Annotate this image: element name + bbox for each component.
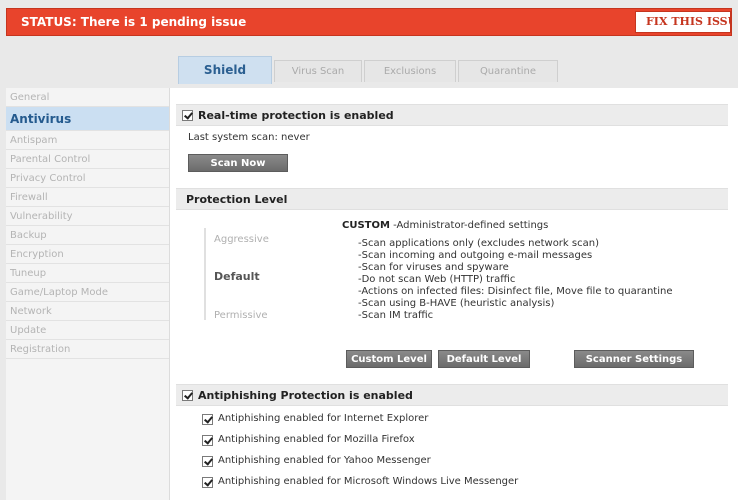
- level-permissive[interactable]: Permissive: [214, 310, 268, 321]
- live-messenger-label: Antiphishing enabled for Microsoft Windo…: [218, 476, 519, 487]
- firefox-label: Antiphishing enabled for Mozilla Firefox: [218, 434, 415, 445]
- ie-label: Antiphishing enabled for Internet Explor…: [218, 413, 429, 424]
- protection-level-title: Protection Level: [186, 193, 288, 206]
- sidebar-item-backup[interactable]: Backup: [6, 226, 169, 245]
- description-line: -Scan applications only (excludes networ…: [358, 238, 599, 249]
- antiphishing-label: Antiphishing Protection is enabled: [198, 389, 413, 402]
- protection-level-slider[interactable]: [204, 228, 206, 320]
- sidebar-item-general[interactable]: General: [6, 88, 169, 107]
- tab-shield[interactable]: Shield: [178, 56, 272, 84]
- sidebar-item-antispam[interactable]: Antispam: [6, 131, 169, 150]
- antiphishing-checkbox[interactable]: [182, 390, 193, 401]
- main-panel: Real-time protection is enabled Last sys…: [170, 88, 738, 500]
- tab-virus-scan[interactable]: Virus Scan: [274, 60, 362, 82]
- description-line: -Actions on infected files: Disinfect fi…: [358, 286, 673, 297]
- custom-level-button[interactable]: Custom Level: [346, 350, 432, 368]
- description-line: -Do not scan Web (HTTP) traffic: [358, 274, 516, 285]
- antiphishing-section-header: Antiphishing Protection is enabled: [176, 384, 728, 406]
- description-line: -Scan incoming and outgoing e-mail messa…: [358, 250, 593, 261]
- sidebar-item-encryption[interactable]: Encryption: [6, 245, 169, 264]
- sidebar-item-game-laptop-mode[interactable]: Game/Laptop Mode: [6, 283, 169, 302]
- fix-issue-button[interactable]: FIX THIS ISSUE: [635, 11, 731, 33]
- tab-quarantine[interactable]: Quarantine: [458, 60, 558, 82]
- custom-settings-heading: CUSTOM -Administrator-defined settings: [342, 220, 548, 231]
- custom-title: CUSTOM: [342, 220, 390, 231]
- sidebar-item-parental-control[interactable]: Parental Control: [6, 150, 169, 169]
- status-bar: STATUS: There is 1 pending issue FIX THI…: [6, 8, 732, 36]
- default-level-button[interactable]: Default Level: [438, 350, 530, 368]
- tab-exclusions[interactable]: Exclusions: [364, 60, 456, 82]
- sidebar-item-antivirus[interactable]: Antivirus: [6, 107, 169, 131]
- live-messenger-checkbox[interactable]: [202, 477, 213, 488]
- ie-checkbox[interactable]: [202, 414, 213, 425]
- realtime-checkbox[interactable]: [182, 110, 193, 121]
- sidebar-item-network[interactable]: Network: [6, 302, 169, 321]
- sidebar-item-privacy-control[interactable]: Privacy Control: [6, 169, 169, 188]
- status-text: STATUS: There is 1 pending issue: [21, 15, 247, 29]
- sidebar-item-update[interactable]: Update: [6, 321, 169, 340]
- sidebar-item-tuneup[interactable]: Tuneup: [6, 264, 169, 283]
- level-default[interactable]: Default: [214, 270, 260, 283]
- realtime-section-header: Real-time protection is enabled: [176, 104, 728, 126]
- scan-now-button[interactable]: Scan Now: [188, 154, 288, 172]
- custom-subtitle: -Administrator-defined settings: [389, 220, 549, 231]
- sidebar-item-vulnerability[interactable]: Vulnerability: [6, 207, 169, 226]
- description-line: -Scan IM traffic: [358, 310, 434, 321]
- yahoo-checkbox[interactable]: [202, 456, 213, 467]
- description-line: -Scan using B-HAVE (heuristic analysis): [358, 298, 555, 309]
- firefox-checkbox[interactable]: [202, 435, 213, 446]
- realtime-label: Real-time protection is enabled: [198, 109, 394, 122]
- protection-level-header: Protection Level: [176, 188, 728, 210]
- sidebar-item-registration[interactable]: Registration: [6, 340, 169, 359]
- description-line: -Scan for viruses and spyware: [358, 262, 509, 273]
- level-aggressive[interactable]: Aggressive: [214, 234, 269, 245]
- last-scan-text: Last system scan: never: [188, 132, 310, 143]
- sidebar-item-firewall[interactable]: Firewall: [6, 188, 169, 207]
- yahoo-label: Antiphishing enabled for Yahoo Messenger: [218, 455, 431, 466]
- scanner-settings-button[interactable]: Scanner Settings: [574, 350, 694, 368]
- sidebar: General Antivirus Antispam Parental Cont…: [6, 88, 170, 500]
